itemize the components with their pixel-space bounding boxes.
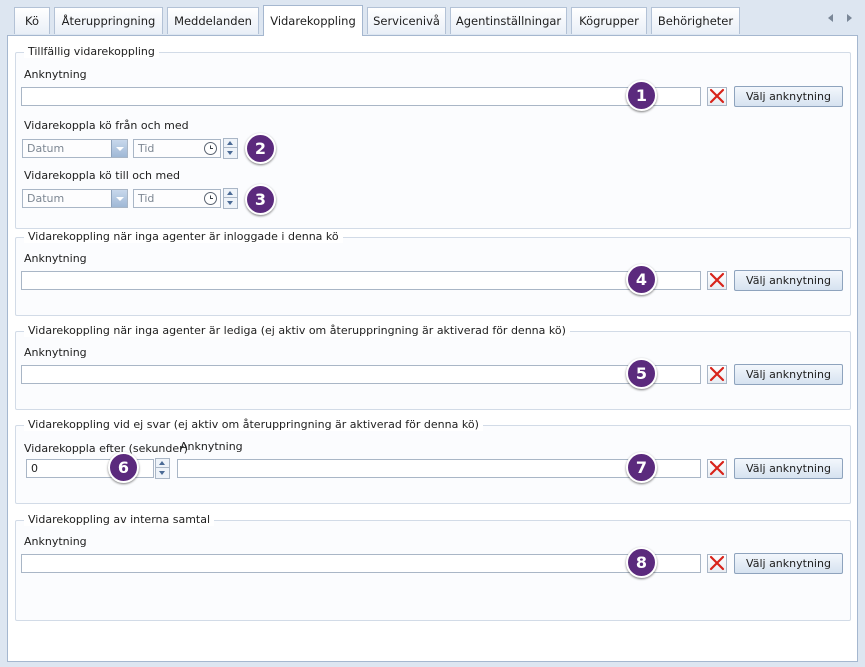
tab-ateruppringning[interactable]: Återuppringning (54, 7, 163, 34)
tab-kogrupper[interactable]: Kögrupper (571, 7, 647, 34)
internal-clear-button[interactable] (707, 554, 727, 573)
no-free-clear-button[interactable] (707, 365, 727, 384)
temporary-extension-input[interactable] (21, 87, 701, 106)
clear-x-icon (709, 88, 725, 104)
group-no-free-title: Vidarekoppling när inga agenter är ledig… (24, 324, 570, 337)
tab-ko[interactable]: Kö (14, 7, 50, 34)
tab-scroll-right-icon[interactable] (847, 14, 852, 22)
extension-label: Anknytning (24, 346, 87, 359)
spin-down-icon[interactable] (224, 199, 237, 208)
tab-strip: Kö Återuppringning Meddelanden Vidarekop… (0, 0, 865, 36)
to-date-picker[interactable]: Datum (22, 189, 128, 208)
vidarekoppling-panel: Tillfällig vidarekoppling Anknytning Väl… (7, 35, 858, 662)
callout-marker-8: 8 (626, 547, 657, 578)
callout-marker-5: 5 (626, 358, 657, 389)
clear-x-icon (709, 272, 725, 288)
spin-up-icon[interactable] (224, 139, 237, 148)
group-internal-calls: Vidarekoppling av interna samtal Anknytn… (15, 513, 851, 621)
tab-serviceniva[interactable]: Servicenivå (367, 7, 446, 34)
group-temporary-title: Tillfällig vidarekoppling (24, 45, 159, 58)
from-time-field[interactable]: Tid (133, 139, 221, 158)
clear-x-icon (709, 555, 725, 571)
callout-marker-3: 3 (245, 184, 276, 215)
callout-marker-7: 7 (626, 452, 657, 483)
from-date-placeholder: Datum (27, 142, 65, 155)
spin-up-icon[interactable] (224, 189, 237, 198)
clear-x-icon (709, 366, 725, 382)
forward-from-label: Vidarekoppla kö från och med (24, 119, 189, 132)
chevron-down-icon[interactable] (111, 140, 127, 157)
internal-extension-input[interactable] (21, 554, 701, 573)
spin-up-icon[interactable] (156, 459, 169, 468)
group-internal-title: Vidarekoppling av interna samtal (24, 513, 215, 526)
callout-marker-6: 6 (108, 452, 139, 483)
tab-meddelanden[interactable]: Meddelanden (167, 7, 259, 34)
temporary-clear-button[interactable] (707, 87, 727, 106)
group-no-logged-in: Vidarekoppling när inga agenter är inlog… (15, 230, 851, 316)
extension-label: Anknytning (24, 535, 87, 548)
no-answer-select-extension-button[interactable]: Välj anknytning (734, 458, 843, 479)
extension-label: Anknytning (24, 68, 87, 81)
tab-behorigheter[interactable]: Behörigheter (651, 7, 740, 34)
tab-scroll-left-icon[interactable] (828, 14, 833, 22)
tab-vidarekoppling[interactable]: Vidarekoppling (263, 5, 363, 36)
callout-marker-4: 4 (626, 264, 657, 295)
callout-marker-1: 1 (626, 80, 657, 111)
clock-icon[interactable] (204, 142, 217, 155)
from-time-placeholder: Tid (138, 142, 155, 155)
group-no-free: Vidarekoppling när inga agenter är ledig… (15, 324, 851, 410)
no-logged-in-select-extension-button[interactable]: Välj anknytning (734, 270, 843, 291)
forward-to-label: Vidarekoppla kö till och med (24, 169, 180, 182)
seconds-spinner[interactable] (155, 458, 170, 479)
group-temporary-forwarding: Tillfällig vidarekoppling Anknytning Väl… (15, 45, 851, 229)
temporary-select-extension-button[interactable]: Välj anknytning (734, 86, 843, 107)
clear-x-icon (709, 460, 725, 476)
to-time-field[interactable]: Tid (133, 189, 221, 208)
no-logged-in-extension-input[interactable] (21, 271, 701, 290)
clock-icon[interactable] (204, 192, 217, 205)
from-time-spinner[interactable] (223, 138, 238, 159)
from-date-picker[interactable]: Datum (22, 139, 128, 158)
internal-select-extension-button[interactable]: Välj anknytning (734, 553, 843, 574)
group-no-answer-title: Vidarekoppling vid ej svar (ej aktiv om … (24, 418, 483, 431)
to-date-placeholder: Datum (27, 192, 65, 205)
to-time-placeholder: Tid (138, 192, 155, 205)
tab-agentinstallningar[interactable]: Agentinställningar (450, 7, 567, 34)
no-logged-in-clear-button[interactable] (707, 271, 727, 290)
spin-down-icon[interactable] (156, 469, 169, 478)
no-answer-extension-input[interactable] (177, 459, 701, 478)
group-no-answer: Vidarekoppling vid ej svar (ej aktiv om … (15, 418, 851, 504)
no-free-select-extension-button[interactable]: Välj anknytning (734, 364, 843, 385)
no-free-extension-input[interactable] (21, 365, 701, 384)
forward-after-seconds-label: Vidarekoppla efter (sekunder) (24, 442, 188, 455)
chevron-down-icon[interactable] (111, 190, 127, 207)
to-time-spinner[interactable] (223, 188, 238, 209)
spin-down-icon[interactable] (224, 149, 237, 158)
callout-marker-2: 2 (245, 133, 276, 164)
extension-label: Anknytning (180, 440, 243, 453)
no-answer-clear-button[interactable] (707, 459, 727, 478)
group-no-logged-in-title: Vidarekoppling när inga agenter är inlog… (24, 230, 343, 243)
extension-label: Anknytning (24, 252, 87, 265)
